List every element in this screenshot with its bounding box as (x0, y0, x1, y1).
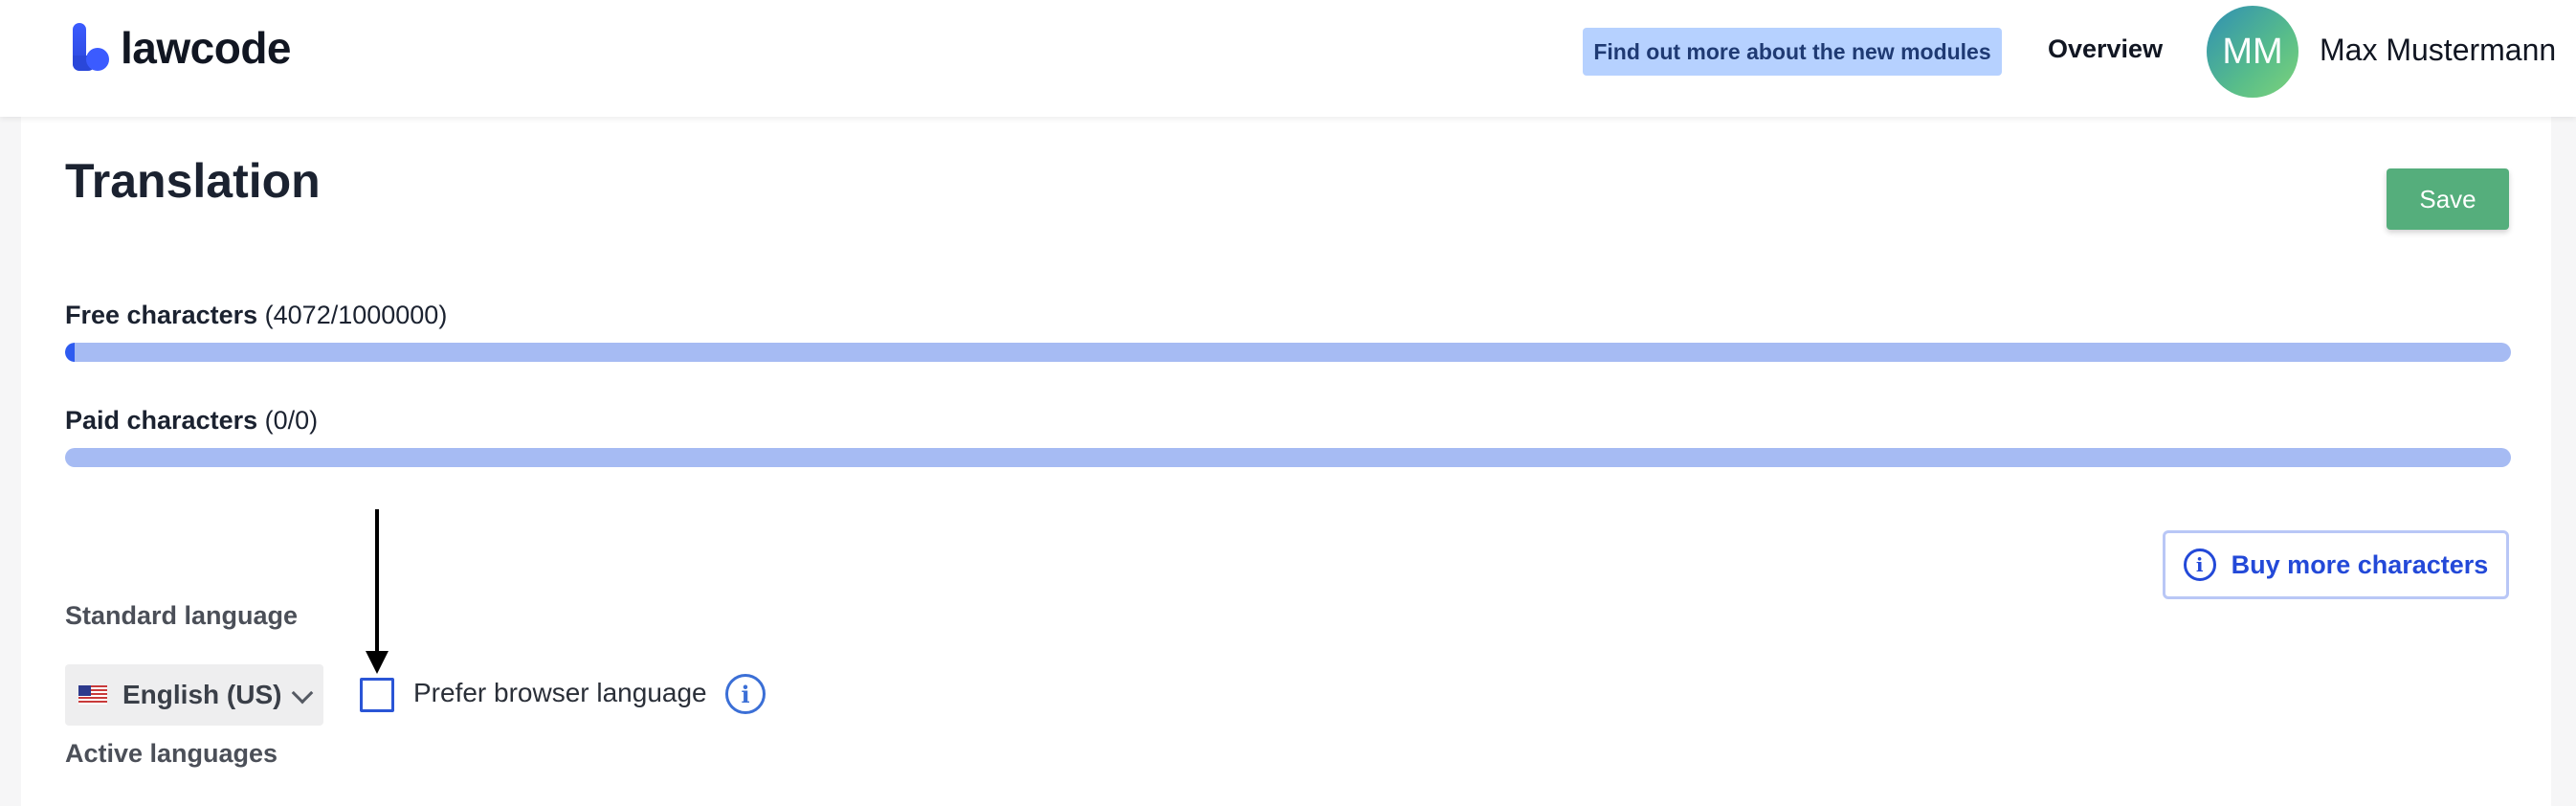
user-avatar[interactable]: MM (2207, 6, 2298, 98)
buy-more-characters-label: Buy more characters (2231, 549, 2489, 579)
paid-characters-count: (0/0) (264, 406, 319, 435)
brand-name: lawcode (121, 23, 292, 73)
free-characters-quota: Free characters (4072/1000000) (65, 299, 2511, 362)
save-button[interactable]: Save (2387, 168, 2509, 230)
buy-more-characters-button[interactable]: i Buy more characters (2163, 530, 2509, 599)
free-characters-progress-bar (65, 343, 2511, 362)
top-header: lawcode Find out more about the new modu… (0, 0, 2576, 117)
user-name[interactable]: Max Mustermann (2320, 33, 2556, 68)
prefer-browser-language-label[interactable]: Prefer browser language (413, 678, 707, 708)
free-characters-label: Free characters (65, 301, 258, 329)
us-flag-icon (78, 685, 107, 705)
standard-language-select[interactable]: English (US) (65, 664, 323, 726)
page-title: Translation (65, 154, 321, 208)
chevron-down-icon (291, 682, 314, 705)
active-languages-label: Active languages (65, 739, 278, 768)
prefer-browser-language-checkbox[interactable] (360, 678, 394, 712)
paid-characters-quota: Paid characters (0/0) (65, 404, 2511, 467)
lawcode-logo[interactable]: lawcode (71, 21, 292, 75)
translation-card: Translation Save Free characters (4072/1… (21, 117, 2551, 806)
free-characters-count: (4072/1000000) (264, 301, 448, 329)
standard-language-label: Standard language (65, 601, 299, 630)
free-characters-progress-fill (65, 343, 76, 362)
prefer-browser-info-button[interactable]: i (725, 674, 766, 714)
standard-language-value: English (US) (122, 680, 282, 709)
info-icon: i (725, 674, 766, 714)
nav-overview-link[interactable]: Overview (2048, 34, 2163, 64)
paid-characters-progress-bar (65, 448, 2511, 467)
info-icon: i (2183, 549, 2216, 581)
new-modules-link[interactable]: Find out more about the new modules (1583, 28, 2002, 76)
paid-characters-label: Paid characters (65, 406, 258, 435)
logo-mark-icon (71, 23, 117, 73)
